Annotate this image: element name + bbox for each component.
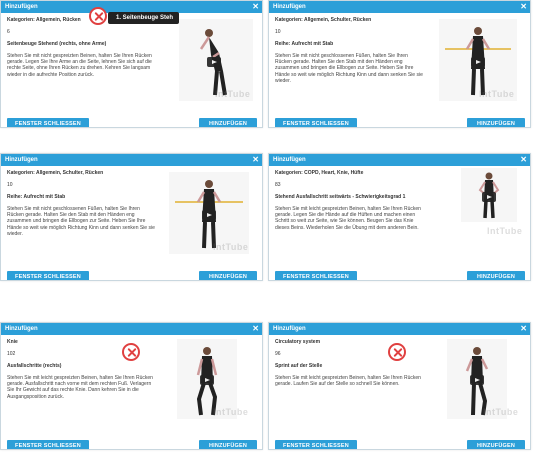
exercise-description: Stehen Sie mit nicht gespreizten Beinen,… [7,53,152,78]
watermark-logo: IntTube [479,89,515,99]
close-icon[interactable]: ✕ [520,323,527,335]
exercise-dialog: Hinzufügen ✕ Kategorien: Allgemein, Schu… [0,153,263,281]
exercise-dialog: Hinzufügen ✕ Circulatory system 96 Sprin… [268,322,531,450]
exercise-description: Stehen Sie mit nicht geschlossenen Füßen… [7,206,155,237]
close-window-button[interactable]: FENSTER SCHLIESSEN [7,118,89,127]
watermark-logo: IntTube [215,89,251,99]
exercise-description: Stehen Sie mit leicht gespreizten Beinen… [275,206,421,231]
close-icon[interactable]: ✕ [252,323,259,335]
exercise-dialog: Hinzufügen ✕ Kategorien: Allgemein, Schu… [268,0,531,128]
add-button[interactable]: HINZUFÜGEN [467,271,525,280]
play-icon[interactable] [207,57,221,67]
exercise-video[interactable] [461,168,517,222]
close-icon[interactable]: ✕ [520,1,527,13]
exercise-video[interactable]: IntTube [439,19,517,101]
dialog-titlebar: Hinzufügen ✕ [269,323,530,335]
watermark-logo: IntTube [213,407,249,417]
exercise-description: Stehen Sie mit nicht geschlossenen Füßen… [275,53,423,84]
add-button[interactable]: HINZUFÜGEN [467,440,525,449]
watermark-logo: IntTube [483,407,519,417]
dialog-titlebar: Hinzufügen ✕ [1,154,262,166]
exercise-description: Stehen Sie mit leicht gespreizten Beinen… [7,375,153,400]
exercise-dialog: Hinzufügen ✕ Knie 102 Ausfallschritte (r… [0,322,263,450]
exercise-description: Stehen Sie mit leicht gespreizten Beinen… [275,375,421,388]
play-icon[interactable] [482,192,496,202]
close-icon[interactable]: ✕ [520,154,527,166]
close-window-button[interactable]: FENSTER SCHLIESSEN [275,118,357,127]
dialog-titlebar: Hinzufügen ✕ [269,154,530,166]
dialog-title: Hinzufügen [5,157,38,163]
play-icon[interactable] [200,375,214,385]
add-button[interactable]: HINZUFÜGEN [467,118,525,127]
watermark-logo: IntTube [213,242,249,252]
exercise-tooltip: 1. Seitenbeuge Steh [108,12,180,24]
play-icon[interactable] [470,375,484,385]
exercise-dialog: Hinzufügen ✕ Kategorien: COPD, Heart, Kn… [268,153,531,281]
close-window-button[interactable]: FENSTER SCHLIESSEN [7,271,89,280]
remove-icon[interactable] [122,343,140,361]
close-window-button[interactable]: FENSTER SCHLIESSEN [275,440,357,449]
exercise-video[interactable]: IntTube [179,19,253,101]
dialog-title: Hinzufügen [5,326,38,332]
dialog-title: Hinzufügen [273,157,306,163]
close-icon[interactable]: ✕ [252,154,259,166]
play-icon[interactable] [471,57,485,67]
close-window-button[interactable]: FENSTER SCHLIESSEN [7,440,89,449]
add-button[interactable]: HINZUFÜGEN [199,118,257,127]
remove-icon[interactable] [89,7,107,25]
play-icon[interactable] [202,210,216,220]
close-window-button[interactable]: FENSTER SCHLIESSEN [275,271,357,280]
dialog-title: Hinzufügen [273,4,306,10]
remove-icon[interactable] [388,343,406,361]
dialog-title: Hinzufügen [273,326,306,332]
dialog-titlebar: Hinzufügen ✕ [1,323,262,335]
exercise-video[interactable]: IntTube [169,172,249,254]
dialog-titlebar: Hinzufügen ✕ [269,1,530,13]
close-icon[interactable]: ✕ [252,1,259,13]
dialog-title: Hinzufügen [5,4,38,10]
add-button[interactable]: HINZUFÜGEN [199,271,257,280]
watermark-logo: IntTube [487,226,523,236]
add-button[interactable]: HINZUFÜGEN [199,440,257,449]
